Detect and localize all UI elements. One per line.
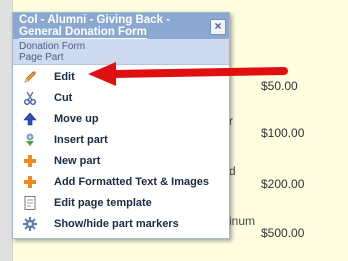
annotation-arrow [88,62,288,86]
